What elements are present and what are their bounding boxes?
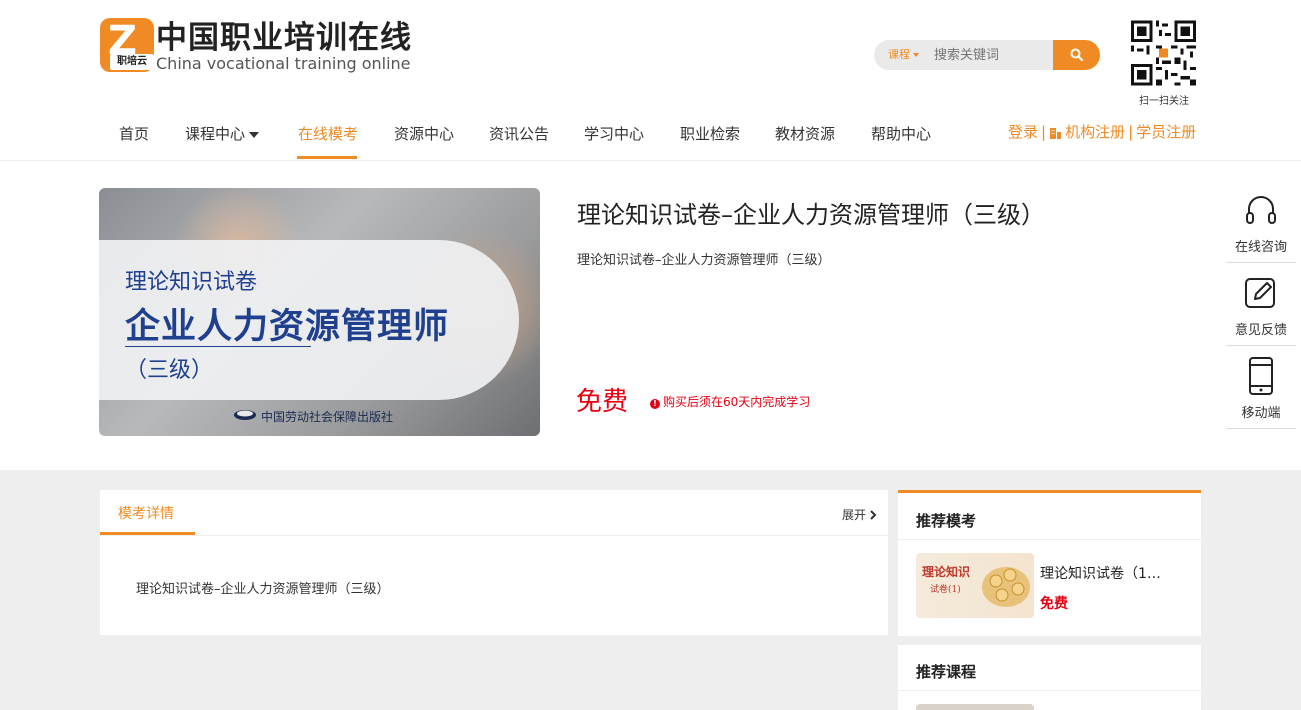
nav-item-help[interactable]: 帮助中心 <box>871 124 931 144</box>
search-box: 课程 <box>874 40 1064 70</box>
tab-mock-details-label: 模考详情 <box>118 506 174 522</box>
recommend-course-thumbnail[interactable] <box>916 704 1034 710</box>
tab-mock-details[interactable]: 模考详情 <box>100 490 195 535</box>
search-category-label: 课程 <box>888 48 910 61</box>
org-register-link[interactable]: 机构注册 <box>1065 123 1125 141</box>
edit-icon <box>1245 278 1275 308</box>
site-logo[interactable]: Z 职培云 中国职业培训在线 China vocational training… <box>100 18 420 74</box>
float-item-feedback[interactable]: 意见反馈 <box>1226 263 1296 346</box>
thumb-line-1: 理论知识 <box>922 565 971 579</box>
student-register-link[interactable]: 学员注册 <box>1136 123 1196 141</box>
nav-item-courses[interactable]: 课程中心 <box>185 124 260 144</box>
logo-mark-sub: 职培云 <box>110 54 154 70</box>
cover-line-2: 企业人力资源管理师 <box>125 307 450 347</box>
float-item-label: 移动端 <box>1241 406 1281 421</box>
recommend-item-name[interactable]: 理论知识试卷（1… <box>1040 563 1161 583</box>
nav-active-indicator <box>297 156 357 159</box>
divider <box>898 690 1201 691</box>
recommend-course-heading: 推荐课程 <box>916 663 977 681</box>
nav-item-mock-exam[interactable]: 在线模考 <box>298 124 358 144</box>
logo-title-en: China vocational training online <box>156 54 411 73</box>
details-panel: 模考详情 展开 理论知识试卷–企业人力资源管理师（三级） <box>100 490 888 635</box>
food-image <box>982 567 1030 607</box>
recommend-mock-panel: 推荐模考 理论知识 试卷(1) 理论知识试卷（1… 免费 <box>898 490 1201 636</box>
cover-divider <box>125 346 311 347</box>
mobile-icon <box>1249 357 1273 395</box>
product-price: 免费 <box>576 387 629 417</box>
qr-code-image <box>1131 20 1196 86</box>
nav-item-resources[interactable]: 资源中心 <box>394 124 454 144</box>
recommend-mock-heading: 推荐模考 <box>916 512 977 530</box>
recommend-item-price: 免费 <box>1040 596 1068 612</box>
site-header: Z 职培云 中国职业培训在线 China vocational training… <box>0 0 1301 160</box>
cover-publisher-name: 中国劳动社会保障出版社 <box>261 410 394 424</box>
purchase-note: ! 购买后须在60天内完成学习 <box>650 393 810 410</box>
search-bar: 课程 <box>874 40 1100 70</box>
divider <box>100 535 888 536</box>
product-cover-image: 理论知识试卷 企业人力资源管理师 （三级） 中国劳动社会保障出版社 <box>99 188 540 436</box>
caret-down-icon <box>249 132 260 138</box>
thumb-line-2: 试卷(1) <box>930 585 961 595</box>
product-subtitle: 理论知识试卷–企业人力资源管理师（三级） <box>577 253 831 268</box>
qr-caption: 扫一扫关注 <box>1139 96 1189 107</box>
nav-item-courses-label: 课程中心 <box>185 125 246 143</box>
auth-links: 登录 | 机构注册 | 学员注册 <box>1008 122 1196 142</box>
search-button[interactable] <box>1053 40 1100 70</box>
recommend-course-panel: 推荐课程 <box>898 645 1201 710</box>
product-title: 理论知识试卷–企业人力资源管理师（三级） <box>577 201 1045 229</box>
login-link[interactable]: 登录 <box>1008 123 1038 141</box>
info-icon: ! <box>650 399 660 409</box>
nav-item-home[interactable]: 首页 <box>119 124 149 144</box>
expand-label: 展开 <box>842 508 867 522</box>
publisher-logo-icon <box>234 410 256 420</box>
building-icon <box>1050 128 1062 139</box>
float-item-label: 在线咨询 <box>1234 240 1287 255</box>
divider <box>898 539 1201 540</box>
divider: | <box>1041 123 1047 141</box>
nav-item-learning[interactable]: 学习中心 <box>584 124 644 144</box>
details-body-text: 理论知识试卷–企业人力资源管理师（三级） <box>136 582 390 597</box>
logo-title-cn: 中国职业培训在线 <box>156 20 412 56</box>
search-icon <box>1070 48 1083 61</box>
recommend-item-thumbnail[interactable]: 理论知识 试卷(1) <box>916 553 1034 618</box>
search-input[interactable] <box>934 40 1054 70</box>
nav-item-news[interactable]: 资讯公告 <box>489 124 549 144</box>
headset-icon <box>1246 196 1276 224</box>
float-sidebar: 在线咨询 意见反馈 移动端 <box>1226 180 1296 430</box>
expand-button[interactable]: 展开 <box>842 506 877 523</box>
nav-item-textbooks[interactable]: 教材资源 <box>775 124 835 144</box>
float-item-mobile[interactable]: 移动端 <box>1226 346 1296 429</box>
product-section: 理论知识试卷 企业人力资源管理师 （三级） 中国劳动社会保障出版社 理论知识试卷… <box>0 160 1301 470</box>
cover-line-1: 理论知识试卷 <box>125 270 258 295</box>
divider: | <box>1128 123 1134 141</box>
main-nav: 首页 课程中心 在线模考 资源中心 资讯公告 学习中心 职业检索 教材资源 帮助… <box>100 112 1000 160</box>
chevron-right-icon <box>870 510 877 520</box>
caret-down-icon <box>913 53 919 57</box>
float-item-label: 意见反馈 <box>1234 323 1287 338</box>
search-category-select[interactable]: 课程 <box>888 40 919 70</box>
cover-line-3: （三级） <box>125 358 214 383</box>
purchase-note-text: 购买后须在60天内完成学习 <box>663 395 811 409</box>
float-item-consult[interactable]: 在线咨询 <box>1226 180 1296 263</box>
cover-publisher: 中国劳动社会保障出版社 <box>233 408 393 425</box>
logo-mark: Z 职培云 <box>100 18 154 72</box>
nav-item-career-search[interactable]: 职业检索 <box>680 124 740 144</box>
